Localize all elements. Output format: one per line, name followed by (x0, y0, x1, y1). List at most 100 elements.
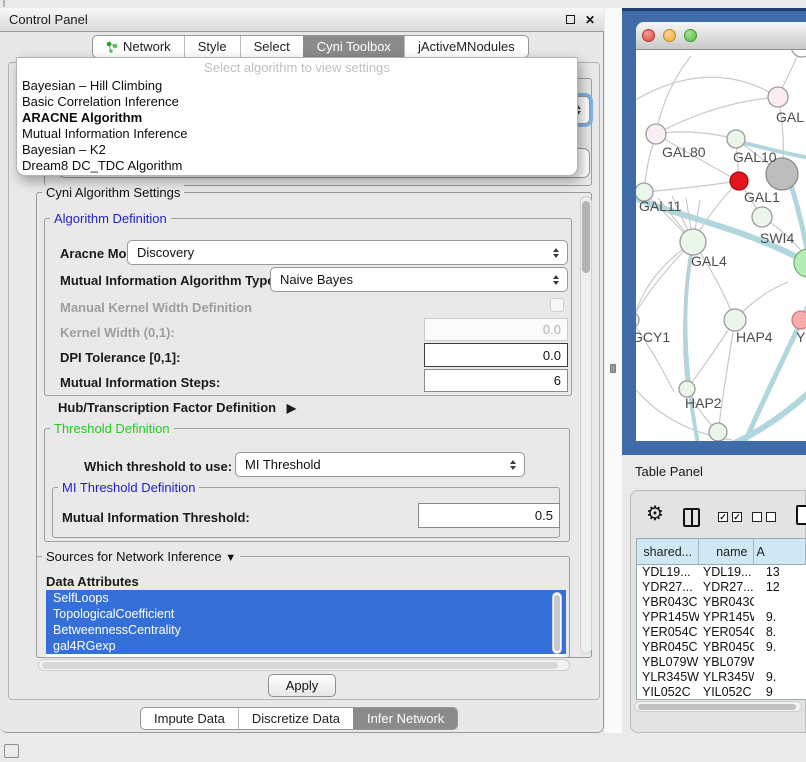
tab-cyni-toolbox[interactable]: Cyni Toolbox (303, 36, 404, 57)
table-cell: YDR27... (637, 580, 699, 595)
close-icon[interactable]: ✕ (585, 14, 595, 26)
algorithm-option[interactable]: Dream8 DC_TDC Algorithm (17, 158, 577, 174)
table-row[interactable]: YER054CYER054C8. (637, 625, 806, 640)
table-cell: YER054C (699, 625, 754, 640)
attribute-item[interactable]: SelfLoops (46, 590, 566, 606)
attribute-item[interactable]: TopologicalCoefficient (46, 606, 566, 622)
algorithm-option[interactable]: ARACNE Algorithm (17, 110, 577, 126)
network-window-titlebar[interactable] (636, 22, 806, 50)
table-row[interactable]: YDR27...YDR27...12 (637, 580, 806, 595)
mi-threshold-label: Mutual Information Threshold: (62, 510, 250, 525)
table-cell: YIL052C (637, 685, 699, 700)
node-y[interactable] (792, 311, 806, 329)
tab-jactivemnodules[interactable]: jActiveMNodules (404, 36, 528, 57)
table-cell: YLR345W (699, 670, 754, 685)
attribute-item[interactable]: BetweennessCentrality (46, 622, 566, 638)
table-cell: YBR045C (637, 640, 699, 655)
which-threshold-combo[interactable]: MI Threshold (235, 452, 525, 477)
algorithm-option[interactable]: Basic Correlation Inference (17, 94, 577, 110)
table-row[interactable]: YDL19...YDL19...13 (637, 565, 806, 580)
table-cell: YDR27... (699, 580, 754, 595)
table-row[interactable]: YPR145WYPR145W9. (637, 610, 806, 625)
select-all-icon[interactable]: ✓ (718, 512, 728, 522)
scrollbar-thumb[interactable] (554, 595, 560, 651)
splitter-handle[interactable] (610, 364, 616, 373)
dpi-tolerance-label: DPI Tolerance [0,1]: (60, 350, 180, 365)
attribute-item[interactable]: gal4RGexp (46, 638, 566, 654)
table-cell: YPR145W (699, 610, 754, 625)
deselect-all-icon[interactable] (752, 512, 762, 522)
threshold-definition-title: Threshold Definition (50, 421, 174, 436)
scrollbar-thumb[interactable] (638, 704, 796, 710)
mi-threshold-field[interactable]: 0.5 (418, 503, 560, 528)
mi-threshold-title: MI Threshold Definition (58, 480, 199, 495)
node-swi4[interactable] (752, 207, 772, 227)
table-row[interactable]: YBR043CYBR043C (637, 595, 806, 610)
node-gal10[interactable] (727, 130, 745, 148)
table-cell: YBR043C (637, 595, 699, 610)
node-gal80[interactable] (646, 124, 666, 144)
sources-group-title[interactable]: Sources for Network Inference ▼ (42, 549, 240, 564)
table-cell: YBL079W (699, 655, 754, 670)
node-gal[interactable] (768, 87, 788, 107)
node[interactable] (791, 50, 806, 57)
aracne-mode-combo[interactable]: Discovery (127, 240, 568, 265)
table-cell (754, 655, 806, 670)
minimize-traffic-light[interactable] (663, 29, 676, 42)
deselect-all-icon[interactable] (766, 512, 776, 522)
select-all-icon[interactable]: ✓ (732, 512, 742, 522)
dpi-tolerance-field[interactable]: 0.0 (424, 343, 568, 367)
tab-style[interactable]: Style (184, 36, 240, 57)
minimized-panel-icon[interactable] (4, 744, 19, 758)
algorithm-dropdown: Select algorithm to view settings Bayesi… (16, 57, 578, 176)
tab-discretize-data[interactable]: Discretize Data (238, 708, 353, 729)
node-label: GAL80 (662, 144, 706, 160)
settings-group-title: Cyni Algorithm Settings (42, 185, 184, 200)
hub-definition-toggle[interactable]: Hub/Transcription Factor Definition ▶ (58, 400, 296, 415)
algorithm-option[interactable]: Bayesian – K2 (17, 142, 577, 158)
column-header[interactable]: name (699, 539, 754, 564)
gear-icon[interactable]: ⚙ (646, 504, 664, 524)
screen: Control Panel ✕ NetworkStyle Select Cyni T… (0, 0, 806, 762)
manual-kernel-checkbox[interactable] (550, 298, 564, 312)
tab-network[interactable]: Network (93, 36, 184, 57)
table-row[interactable]: YLR345WYLR345W9. (637, 670, 806, 685)
export-table-icon[interactable] (796, 505, 806, 525)
zoom-traffic-light[interactable] (684, 29, 697, 42)
float-window-icon[interactable] (566, 15, 575, 24)
table-row[interactable]: YIL052CYIL052C9 (637, 685, 806, 700)
node-label: GAL4 (691, 253, 727, 269)
node[interactable] (709, 423, 727, 441)
column-header[interactable]: A (754, 539, 806, 564)
network-canvas[interactable]: GALGAL80GAL10GAL1GAL11SWI4GAL4GCY1HAP4YH… (636, 50, 806, 441)
settings-scrollbar[interactable] (580, 196, 592, 654)
close-traffic-light[interactable] (642, 29, 655, 42)
stepper-icon (549, 275, 562, 285)
apply-button[interactable]: Apply (268, 674, 336, 697)
algorithm-option[interactable]: Mutual Information Inference (17, 126, 577, 142)
tab-impute-data[interactable]: Impute Data (141, 708, 238, 729)
columns-icon[interactable] (683, 508, 700, 527)
tab-infer-network[interactable]: Infer Network (353, 708, 457, 729)
tab-select[interactable]: Select (240, 36, 303, 57)
table-row[interactable]: YBR045CYBR045C9. (637, 640, 806, 655)
table-hscrollbar[interactable] (634, 701, 802, 712)
mi-type-combo[interactable]: Naive Bayes (270, 267, 568, 292)
mi-steps-field[interactable]: 6 (424, 369, 568, 392)
algorithm-option[interactable]: Bayesian – Hill Climbing (17, 78, 577, 94)
tab-label: Cyni Toolbox (317, 39, 391, 54)
tab-label: Select (254, 39, 290, 54)
node-hap4[interactable] (724, 309, 746, 331)
scrollbar-thumb[interactable] (582, 201, 590, 273)
attribute-list-scrollbar[interactable] (552, 592, 562, 654)
panel-title: Control Panel (9, 12, 88, 27)
collapse-arrow-icon: ▼ (225, 552, 236, 564)
scrollbar-thumb[interactable] (42, 662, 558, 669)
column-header[interactable]: shared... (637, 539, 699, 564)
table-cell: YDL19... (637, 565, 699, 580)
table-row[interactable]: YBL079WYBL079W (637, 655, 806, 670)
node-gal1[interactable] (730, 172, 748, 190)
node-gal4[interactable] (680, 229, 706, 255)
settings-hscrollbar[interactable] (38, 659, 570, 671)
node-gcy1[interactable] (636, 312, 639, 328)
